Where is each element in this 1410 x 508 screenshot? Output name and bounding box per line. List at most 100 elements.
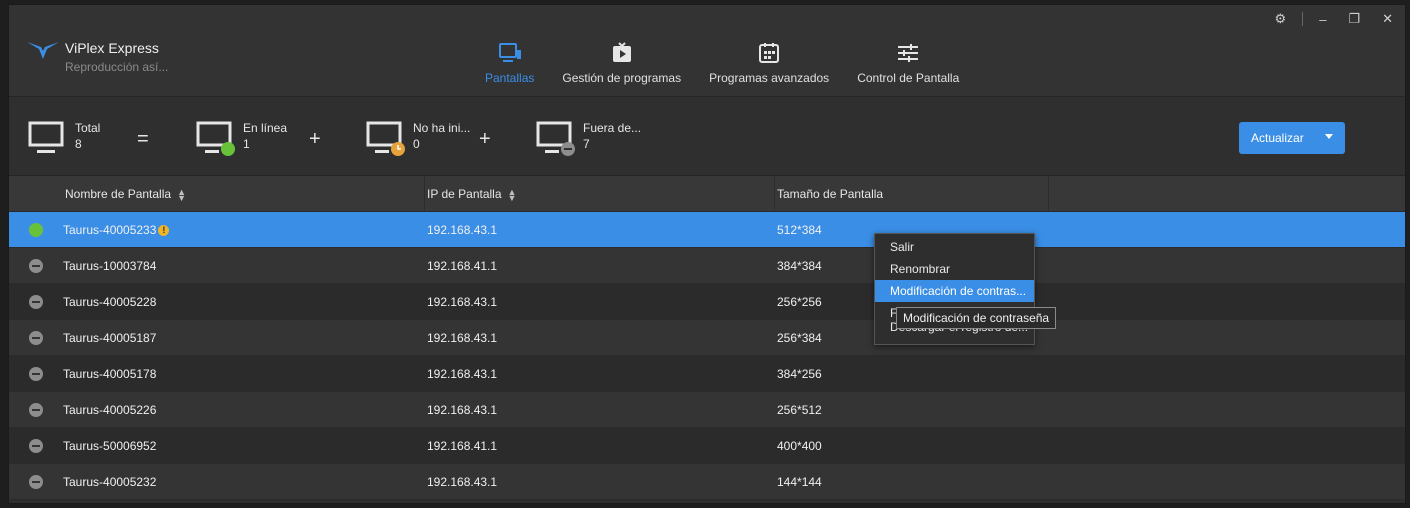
screen-name-text: Taurus-40005226: [63, 403, 157, 417]
equals-sign: =: [137, 128, 149, 150]
close-icon[interactable]: ✕: [1382, 11, 1393, 27]
sort-icon[interactable]: ▲ ▼: [508, 187, 517, 202]
play-icon: [612, 42, 631, 62]
stat-label: No ha ini...: [413, 121, 471, 135]
divider: [1302, 12, 1304, 26]
warning-icon[interactable]: !: [158, 225, 170, 237]
cell-screen-ip: 192.168.43.1: [427, 295, 498, 309]
tab-label: Control de Pantalla: [857, 71, 960, 85]
screen-summary: Total 8 = En línea 1 + No ha ini... 0 + …: [9, 98, 1405, 176]
stat-value: 8: [75, 137, 82, 151]
status-offline-icon: [29, 475, 43, 489]
tab-gestion-programas[interactable]: Gestión de programas: [548, 41, 695, 97]
table-row[interactable]: Taurus-40005226 192.168.43.1 256*512: [9, 392, 1405, 428]
minimize-icon[interactable]: –: [1319, 12, 1326, 27]
table-row[interactable]: Taurus-50006952 192.168.41.1 400*400: [9, 428, 1405, 464]
table-row[interactable]: Taurus-10003784 192.168.41.1 384*384: [9, 248, 1405, 284]
stat-total: Total 8: [27, 120, 100, 156]
table-header: Nombre de Pantalla ▲ ▼ IP de Pantalla ▲ ▼ Ta…: [9, 176, 1405, 212]
table-row[interactable]: Taurus-40005232 192.168.43.1 144*144: [9, 464, 1405, 500]
tooltip: Modificación de contraseña: [896, 307, 1057, 329]
cell-screen-name: Taurus-40005187: [63, 320, 156, 356]
screens-table: Nombre de Pantalla ▲ ▼ IP de Pantalla ▲ ▼ Ta…: [9, 176, 1405, 500]
plus-sign: +: [479, 128, 491, 150]
cell-screen-size: 256*384: [777, 331, 822, 345]
cell-screen-size: 384*384: [777, 259, 822, 273]
screen-name-text: Taurus-40005187: [63, 331, 157, 345]
column-header-ip[interactable]: IP de Pantalla ▲ ▼: [417, 176, 775, 212]
monitor-online-icon: [196, 121, 235, 156]
menu-item-renombrar[interactable]: Renombrar: [875, 258, 1034, 280]
cell-screen-size: 256*512: [777, 403, 822, 417]
tab-label: Pantallas: [485, 71, 535, 85]
monitor-clock-icon: [366, 121, 405, 156]
table-row[interactable]: Taurus-40005187 192.168.43.1 256*384: [9, 320, 1405, 356]
tab-control-pantalla[interactable]: Control de Pantalla: [843, 41, 973, 97]
status-offline-icon: [29, 439, 43, 453]
cell-screen-name: Taurus-50006952: [63, 428, 156, 464]
cell-screen-size: 384*256: [777, 367, 822, 381]
dropdown-caret-icon[interactable]: [1325, 134, 1333, 139]
stat-label: En línea: [243, 121, 288, 135]
table-row[interactable]: Taurus-40005233! 192.168.43.1 512*384: [9, 212, 1405, 248]
cell-screen-name: Taurus-40005178: [63, 356, 156, 392]
cell-screen-size: 400*400: [777, 439, 822, 453]
column-header-name[interactable]: Nombre de Pantalla ▲ ▼: [55, 176, 425, 212]
monitor-icon: [28, 121, 64, 153]
tab-pantallas[interactable]: Pantallas: [471, 41, 548, 97]
status-online-icon: [29, 223, 43, 237]
refresh-label: Actualizar: [1251, 131, 1304, 145]
stat-online: En línea 1: [195, 120, 287, 156]
stat-value: 0: [413, 137, 420, 151]
plus-sign: +: [309, 128, 321, 150]
sliders-icon: [898, 44, 919, 62]
cell-screen-name: Taurus-40005233!: [63, 212, 170, 248]
status-offline-icon: [29, 367, 43, 381]
cell-screen-size: 512*384: [777, 223, 822, 237]
screen-icon: [498, 43, 521, 62]
screen-name-text: Taurus-40005178: [63, 367, 157, 381]
app-window: ViPlex Express Reproducción así... ⚙ – ❐…: [8, 4, 1406, 504]
cell-screen-ip: 192.168.43.1: [427, 475, 498, 489]
restore-icon[interactable]: ❐: [1348, 11, 1360, 27]
status-offline-icon: [29, 331, 43, 345]
app-title: ViPlex Express: [65, 40, 159, 56]
stat-label: Total: [75, 121, 101, 135]
cell-screen-ip: 192.168.41.1: [427, 259, 498, 273]
stat-offline: Fuera de... 7: [535, 120, 641, 156]
sort-icon[interactable]: ▲ ▼: [177, 187, 186, 202]
title-bar: ViPlex Express Reproducción así... ⚙ – ❐…: [9, 5, 1405, 97]
cell-screen-size: 144*144: [777, 475, 822, 489]
viplex-logo-icon: [27, 42, 59, 59]
screen-name-text: Taurus-40005232: [63, 475, 157, 489]
app-subtitle: Reproducción así...: [65, 60, 169, 74]
cell-screen-size: 256*256: [777, 295, 822, 309]
screen-name-text: Taurus-50006952: [63, 439, 157, 453]
table-row[interactable]: Taurus-40005228 192.168.43.1 256*256: [9, 284, 1405, 320]
cell-screen-ip: 192.168.41.1: [427, 439, 498, 453]
cell-screen-name: Taurus-40005226: [63, 392, 156, 428]
stat-value: 7: [583, 137, 590, 151]
menu-item-modificar-contrasena[interactable]: Modificación de contras...: [875, 280, 1034, 302]
table-row[interactable]: Taurus-40005178 192.168.43.1 384*256: [9, 356, 1405, 392]
window-controls: ⚙ – ❐ ✕: [1275, 11, 1393, 27]
cell-screen-name: Taurus-40005232: [63, 464, 156, 500]
menu-item-salir[interactable]: Salir: [875, 236, 1034, 258]
cell-screen-ip: 192.168.43.1: [427, 367, 498, 381]
tab-label: Programas avanzados: [709, 71, 830, 85]
cell-screen-name: Taurus-40005228: [63, 284, 156, 320]
tab-programas-avanzados[interactable]: Programas avanzados: [695, 41, 843, 97]
tab-label: Gestión de programas: [562, 71, 682, 85]
calendar-icon: [759, 43, 780, 63]
cell-screen-ip: 192.168.43.1: [427, 223, 498, 237]
cell-screen-name: Taurus-10003784: [63, 248, 156, 284]
refresh-button[interactable]: Actualizar: [1239, 122, 1345, 154]
column-header-size[interactable]: Tamaño de Pantalla: [767, 176, 1049, 212]
screen-name-text: Taurus-10003784: [63, 259, 157, 273]
stat-not-started: No ha ini... 0: [365, 120, 470, 156]
status-offline-icon: [29, 295, 43, 309]
screen-name-text: Taurus-40005233: [63, 223, 157, 237]
cell-screen-ip: 192.168.43.1: [427, 331, 498, 345]
screen-name-text: Taurus-40005228: [63, 295, 157, 309]
settings-icon[interactable]: ⚙: [1275, 11, 1287, 27]
